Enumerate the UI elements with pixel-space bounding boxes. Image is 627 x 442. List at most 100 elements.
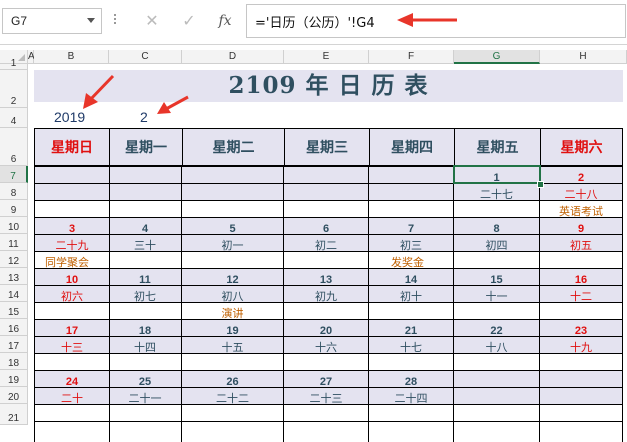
lunar-date-cell[interactable] xyxy=(454,387,540,404)
row-header-10[interactable]: 10 xyxy=(0,217,28,234)
weekday-saturday[interactable]: 星期六 xyxy=(540,128,623,166)
event-cell[interactable] xyxy=(540,251,623,268)
event-cell[interactable] xyxy=(454,404,540,421)
chevron-down-icon[interactable] xyxy=(87,18,95,23)
row-header-16[interactable]: 16 xyxy=(0,319,28,336)
event-cell[interactable] xyxy=(284,200,369,217)
day-cell[interactable]: 11 xyxy=(109,268,182,286)
row-header-9[interactable]: 9 xyxy=(0,200,28,217)
lunar-date-cell[interactable]: 十三 xyxy=(34,336,110,354)
event-cell[interactable] xyxy=(34,353,110,370)
row-header-6[interactable]: 6 xyxy=(0,128,28,166)
day-cell[interactable]: 15 xyxy=(454,268,540,286)
lunar-date-cell[interactable]: 二十八 xyxy=(540,183,623,201)
event-cell[interactable] xyxy=(540,302,623,319)
row-header-7[interactable]: 7 xyxy=(0,166,28,183)
lunar-date-cell[interactable]: 初一 xyxy=(182,234,284,252)
day-cell[interactable]: 23 xyxy=(540,319,623,337)
event-cell[interactable] xyxy=(34,404,110,421)
event-cell[interactable] xyxy=(109,353,182,370)
lunar-date-cell[interactable]: 十二 xyxy=(540,285,623,303)
lunar-date-cell[interactable]: 三十 xyxy=(109,234,182,252)
day-cell[interactable]: 13 xyxy=(284,268,369,286)
day-cell[interactable]: 26 xyxy=(182,370,284,388)
event-cell[interactable] xyxy=(454,251,540,268)
event-cell[interactable] xyxy=(284,404,369,421)
event-cell[interactable]: 英语考试 xyxy=(540,200,623,218)
event-cell[interactable]: 演讲 xyxy=(182,302,284,320)
lunar-date-cell[interactable] xyxy=(369,183,454,200)
row-header-8[interactable]: 8 xyxy=(0,183,28,200)
lunar-date-cell[interactable]: 十九 xyxy=(540,336,623,354)
row-header-20[interactable]: 20 xyxy=(0,387,28,404)
weekday-monday[interactable]: 星期一 xyxy=(109,128,183,166)
event-cell[interactable] xyxy=(109,200,182,217)
row-header-11[interactable]: 11 xyxy=(0,234,28,251)
day-cell[interactable] xyxy=(182,166,284,183)
day-cell[interactable]: 3 xyxy=(34,217,110,235)
event-cell[interactable] xyxy=(454,200,540,217)
lunar-date-cell[interactable]: 初七 xyxy=(109,285,182,303)
event-cell[interactable]: 同学聚会 xyxy=(34,251,110,269)
lunar-date-cell[interactable]: 十一 xyxy=(454,285,540,303)
day-cell[interactable]: 4 xyxy=(109,217,182,235)
event-cell[interactable] xyxy=(34,302,110,319)
event-cell[interactable] xyxy=(109,302,182,319)
day-cell[interactable]: 6 xyxy=(284,217,369,235)
weekday-wednesday[interactable]: 星期三 xyxy=(284,128,370,166)
weekday-tuesday[interactable]: 星期二 xyxy=(182,128,285,166)
lunar-date-cell[interactable]: 初六 xyxy=(34,285,110,303)
day-cell[interactable] xyxy=(454,370,540,387)
event-cell[interactable]: 发奖金 xyxy=(369,251,454,269)
event-cell[interactable] xyxy=(182,404,284,421)
day-cell[interactable] xyxy=(34,166,110,183)
day-cell[interactable]: 17 xyxy=(34,319,110,337)
lunar-date-cell[interactable]: 二十四 xyxy=(369,387,454,405)
lunar-date-cell[interactable]: 初十 xyxy=(369,285,454,303)
event-cell[interactable] xyxy=(109,251,182,268)
day-cell[interactable]: 9 xyxy=(540,217,623,235)
day-cell[interactable]: 22 xyxy=(454,319,540,337)
lunar-date-cell[interactable]: 二十一 xyxy=(109,387,182,405)
weekday-thursday[interactable]: 星期四 xyxy=(369,128,455,166)
day-cell[interactable]: 14 xyxy=(369,268,454,286)
lunar-date-cell[interactable] xyxy=(540,387,623,404)
row-header-18[interactable]: 18 xyxy=(0,353,28,370)
column-header-e[interactable]: E xyxy=(284,50,369,64)
event-cell[interactable] xyxy=(540,353,623,370)
column-header-b[interactable]: B xyxy=(34,50,109,64)
event-cell[interactable] xyxy=(182,200,284,217)
day-cell[interactable]: 28 xyxy=(369,370,454,388)
lunar-date-cell[interactable] xyxy=(284,183,369,200)
column-header-h[interactable]: H xyxy=(540,50,627,64)
name-box[interactable]: G7 xyxy=(2,8,102,34)
day-cell[interactable] xyxy=(540,370,623,387)
row-header-15[interactable]: 15 xyxy=(0,302,28,319)
day-cell[interactable]: 19 xyxy=(182,319,284,337)
day-cell[interactable]: 25 xyxy=(109,370,182,388)
lunar-date-cell[interactable]: 二十九 xyxy=(34,234,110,252)
lunar-date-cell[interactable]: 十六 xyxy=(284,336,369,354)
day-cell[interactable]: 18 xyxy=(109,319,182,337)
calendar-title[interactable]: 2109 年 日 历 表 xyxy=(34,70,623,102)
event-cell[interactable] xyxy=(182,353,284,370)
day-cell[interactable]: 20 xyxy=(284,319,369,337)
lunar-date-cell[interactable]: 初九 xyxy=(284,285,369,303)
drag-handle-icon[interactable] xyxy=(114,14,116,28)
lunar-date-cell[interactable]: 二十七 xyxy=(454,183,540,201)
day-cell[interactable] xyxy=(284,166,369,183)
column-header-f[interactable]: F xyxy=(369,50,454,64)
lunar-date-cell[interactable]: 二十二 xyxy=(182,387,284,405)
lunar-date-cell[interactable]: 十五 xyxy=(182,336,284,354)
event-cell[interactable] xyxy=(369,404,454,421)
day-cell[interactable]: 5 xyxy=(182,217,284,235)
event-cell[interactable] xyxy=(454,302,540,319)
day-cell[interactable]: 8 xyxy=(454,217,540,235)
lunar-date-cell[interactable]: 初五 xyxy=(540,234,623,252)
lunar-date-cell[interactable]: 十四 xyxy=(109,336,182,354)
day-cell[interactable] xyxy=(109,166,182,183)
lunar-date-cell[interactable] xyxy=(182,183,284,200)
lunar-date-cell[interactable] xyxy=(109,183,182,200)
lunar-date-cell[interactable]: 初四 xyxy=(454,234,540,252)
lunar-date-cell[interactable]: 十八 xyxy=(454,336,540,354)
